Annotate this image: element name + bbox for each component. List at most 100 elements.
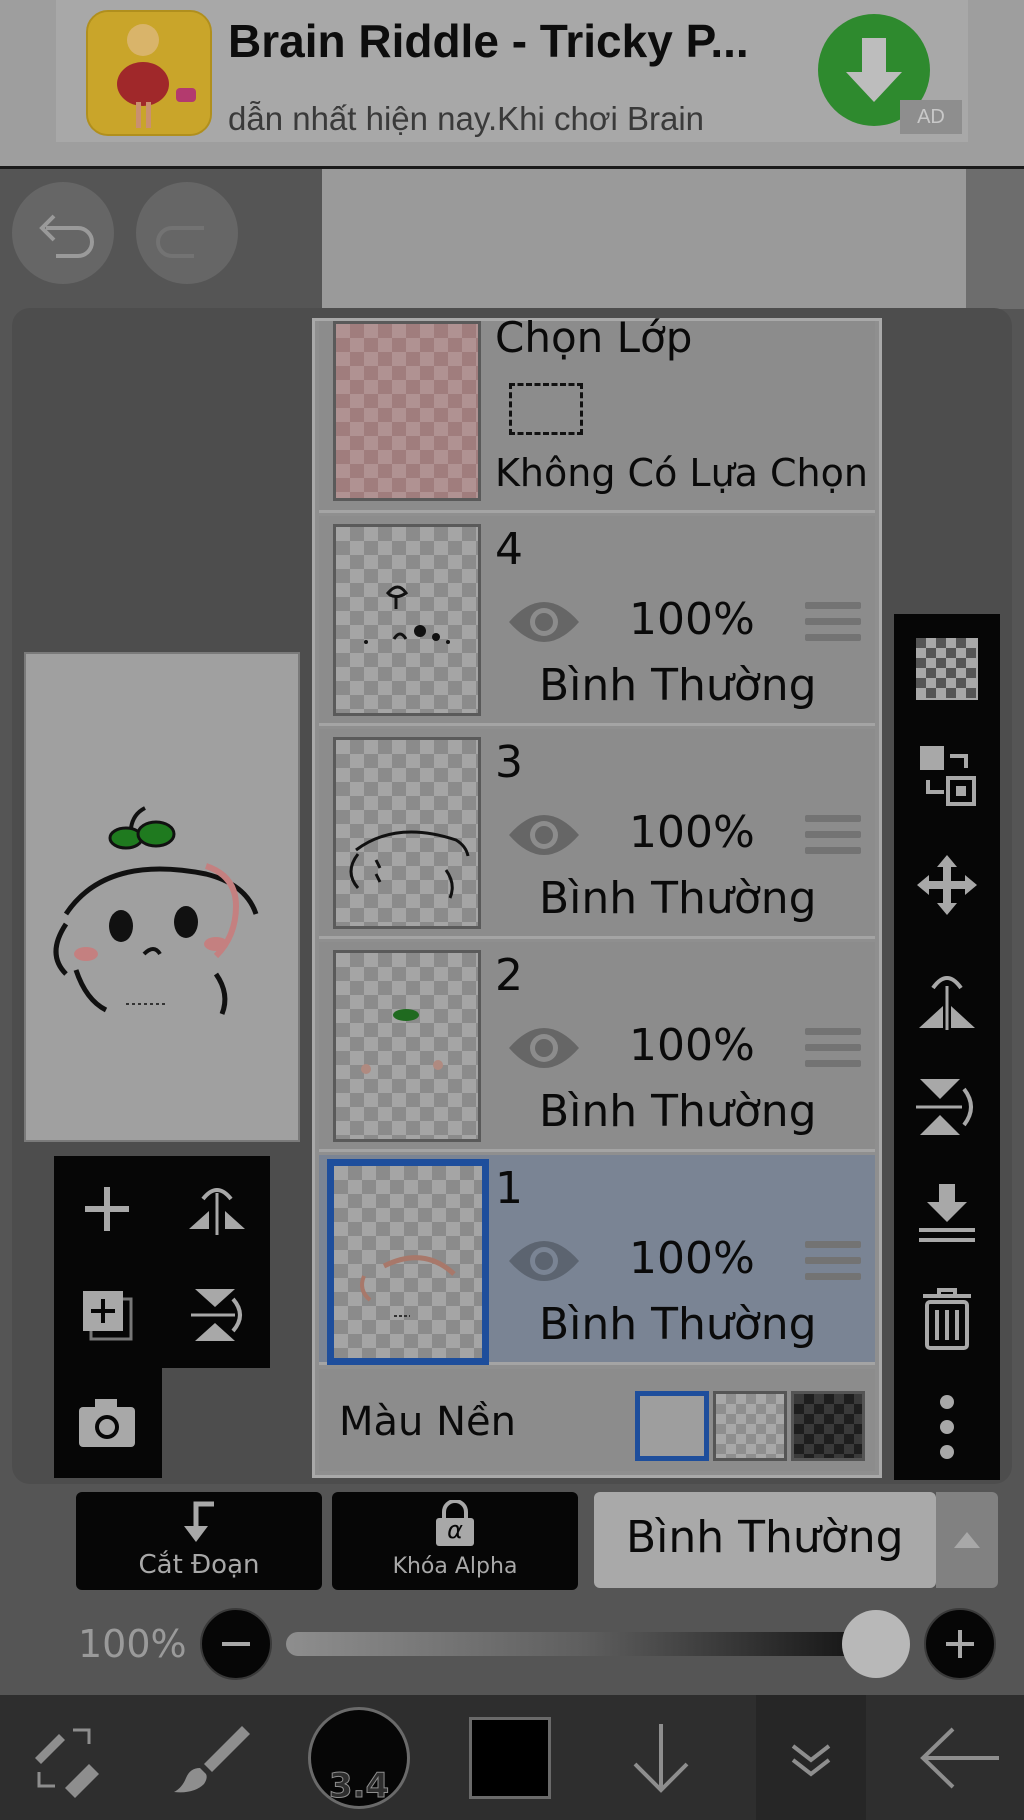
merge-down-button[interactable] xyxy=(894,1168,1000,1258)
layer-thumbnail xyxy=(333,737,481,929)
flip-vertical-button[interactable] xyxy=(894,1062,1000,1152)
canvas-preview[interactable] xyxy=(24,652,300,1142)
selection-layer-status: Không Có Lựa Chọn xyxy=(495,451,868,495)
flip-vertical-icon xyxy=(916,1079,973,1135)
flip-layer-horizontal-button[interactable] xyxy=(172,1166,262,1252)
alpha-lock-label: Khóa Alpha xyxy=(392,1554,518,1579)
swap-layer-button[interactable] xyxy=(894,730,1000,820)
layer-name: 2 xyxy=(495,950,523,1001)
redo-button[interactable] xyxy=(136,182,238,284)
opacity-slider[interactable] xyxy=(286,1632,876,1656)
alpha-lock-button[interactable]: α Khóa Alpha xyxy=(332,1492,578,1590)
ad-app-icon[interactable] xyxy=(86,10,212,136)
redo-icon xyxy=(156,226,204,258)
drag-handle-icon[interactable] xyxy=(805,1241,861,1287)
blend-mode-select[interactable]: Bình Thường xyxy=(594,1492,936,1588)
more-vertical-icon xyxy=(940,1395,954,1459)
background-color-row: Màu Nền xyxy=(319,1369,875,1471)
collapse-toolbar-button[interactable] xyxy=(756,1695,866,1820)
brush-size-button[interactable]: 3.4 xyxy=(304,1695,414,1820)
flip-layer-vertical-button[interactable] xyxy=(172,1272,262,1358)
layer-blend-mode: Bình Thường xyxy=(539,873,817,924)
opacity-increase-button[interactable] xyxy=(924,1608,996,1680)
triangle-up-icon xyxy=(954,1532,980,1548)
more-options-button[interactable] xyxy=(894,1382,1000,1472)
selection-marquee-icon xyxy=(509,383,583,435)
brush-tool-button[interactable] xyxy=(150,1695,270,1820)
move-button[interactable] xyxy=(894,840,1000,930)
checker-icon xyxy=(916,638,978,700)
layer-row[interactable]: 2 100% Bình Thường xyxy=(319,942,875,1152)
layer-row-selected[interactable]: 1 100% Bình Thường xyxy=(319,1155,875,1365)
merge-down-icon xyxy=(919,1184,975,1242)
ad-subtitle[interactable]: dẫn nhất hiện nay.Khi chơi Brain xyxy=(228,100,704,138)
background-transparent-swatch[interactable] xyxy=(713,1391,787,1461)
eye-icon[interactable] xyxy=(505,1022,583,1074)
camera-layer-button[interactable] xyxy=(64,1380,150,1466)
layer-thumbnail xyxy=(333,524,481,716)
ad-banner[interactable]: Brain Riddle - Tricky P... dẫn nhất hiện… xyxy=(0,0,1024,169)
ad-title[interactable]: Brain Riddle - Tricky P... xyxy=(228,14,749,68)
background-white-swatch[interactable] xyxy=(635,1391,709,1461)
scroll-down-button[interactable] xyxy=(606,1695,716,1820)
flip-horizontal-button[interactable] xyxy=(894,954,1000,1044)
trash-icon xyxy=(923,1288,971,1350)
eye-icon[interactable] xyxy=(505,809,583,861)
color-picker-button[interactable] xyxy=(462,1695,558,1820)
chevron-double-down-icon xyxy=(791,1743,831,1777)
brush-icon xyxy=(174,1725,250,1792)
arrow-left-icon xyxy=(920,1727,999,1788)
ad-content[interactable]: Brain Riddle - Tricky P... dẫn nhất hiện… xyxy=(56,0,968,142)
pen-eraser-swap-icon xyxy=(35,1728,99,1798)
swap-icon xyxy=(920,746,976,806)
layer-blend-mode: Bình Thường xyxy=(539,1086,817,1137)
delete-layer-button[interactable] xyxy=(894,1274,1000,1364)
back-button[interactable] xyxy=(900,1695,1020,1820)
eye-icon[interactable] xyxy=(505,1235,583,1287)
layer-opacity: 100% xyxy=(629,1233,755,1284)
canvas-paper[interactable] xyxy=(322,169,966,309)
clipping-arrow-icon xyxy=(184,1501,214,1542)
layer-actions-toolbar xyxy=(894,614,1000,1480)
flip-horizontal-icon xyxy=(189,1188,245,1235)
brush-size-indicator: 3.4 xyxy=(308,1706,410,1809)
current-color-swatch xyxy=(469,1716,551,1799)
background-dark-swatch[interactable] xyxy=(791,1391,865,1461)
bottom-toolbar: 3.4 xyxy=(0,1695,1024,1820)
layer-opacity: 100% xyxy=(629,1020,755,1071)
selection-layer-title: Chọn Lớp xyxy=(495,313,693,362)
layer-row[interactable]: 4 100% Bình Thường xyxy=(319,516,875,726)
add-copy-icon xyxy=(83,1291,133,1341)
undo-button[interactable] xyxy=(12,182,114,284)
background-color-label: Màu Nền xyxy=(339,1399,516,1445)
layer-blend-mode: Bình Thường xyxy=(539,1299,817,1350)
layer-list[interactable]: Chọn Lớp Không Có Lựa Chọn 4 100% Bình T… xyxy=(312,313,882,1478)
eye-icon[interactable] xyxy=(505,596,583,648)
layer-thumbnail xyxy=(327,1159,489,1365)
layer-thumbnail xyxy=(333,950,481,1142)
blend-mode-value: Bình Thường xyxy=(626,1512,904,1563)
brush-eraser-toggle-button[interactable] xyxy=(10,1695,120,1820)
layer-opacity: 100% xyxy=(629,594,755,645)
move-icon xyxy=(917,855,977,915)
opacity-decrease-button[interactable] xyxy=(200,1608,272,1680)
add-layer-button[interactable] xyxy=(64,1166,150,1252)
plus-icon xyxy=(85,1187,129,1231)
drag-handle-icon[interactable] xyxy=(805,602,861,648)
selection-layer-row[interactable]: Chọn Lớp Không Có Lựa Chọn xyxy=(319,313,875,513)
layer-row[interactable]: 3 100% Bình Thường xyxy=(319,729,875,939)
clipping-label: Cắt Đoạn xyxy=(138,1550,260,1580)
layer-name: 4 xyxy=(495,524,523,575)
minus-icon xyxy=(222,1642,250,1646)
undo-icon xyxy=(39,214,94,258)
layer-blend-mode: Bình Thường xyxy=(539,660,817,711)
selection-layer-thumbnail xyxy=(333,321,481,501)
duplicate-layer-button[interactable] xyxy=(64,1272,150,1358)
drag-handle-icon[interactable] xyxy=(805,1028,861,1074)
alpha-symbol: α xyxy=(447,1516,463,1544)
clipping-button[interactable]: Cắt Đoạn xyxy=(76,1492,322,1590)
opacity-slider-handle[interactable] xyxy=(842,1610,910,1678)
transparency-button[interactable] xyxy=(894,624,1000,714)
blend-mode-dropdown-button[interactable] xyxy=(936,1492,998,1588)
drag-handle-icon[interactable] xyxy=(805,815,861,861)
